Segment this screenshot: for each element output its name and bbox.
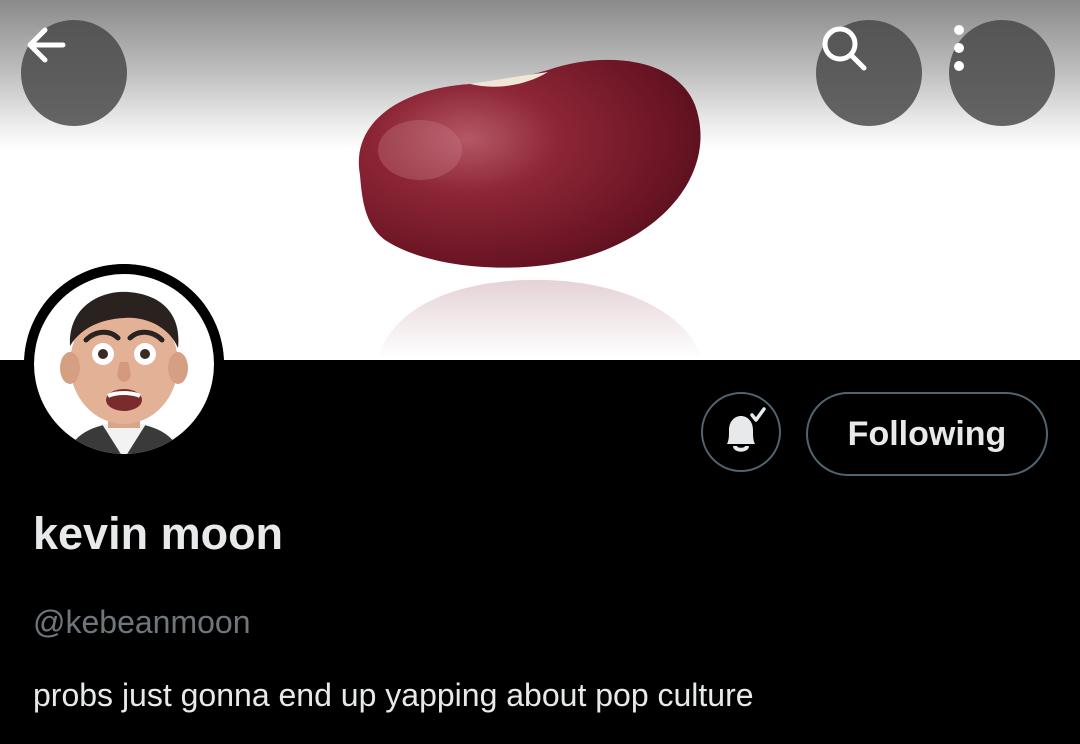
user-handle: @kebeanmoon (33, 604, 251, 640)
avatar[interactable] (24, 264, 224, 464)
profile-bio: probs just gonna end up yapping about po… (33, 677, 754, 713)
back-button[interactable] (21, 20, 127, 126)
profile-photo (24, 264, 224, 464)
arrow-left-icon (27, 27, 66, 63)
following-button[interactable]: Following (806, 392, 1048, 476)
bell-check-icon (727, 407, 766, 452)
following-label: Following (847, 414, 1007, 453)
display-name: kevin moon (33, 508, 284, 559)
notifications-button[interactable] (701, 392, 781, 472)
search-button[interactable] (816, 20, 922, 126)
more-vertical-icon (954, 25, 964, 71)
more-options-button[interactable] (949, 20, 1055, 126)
profile-page: Following kevin moon @kebeanmoon probs j… (0, 0, 1080, 744)
search-icon (822, 26, 867, 71)
